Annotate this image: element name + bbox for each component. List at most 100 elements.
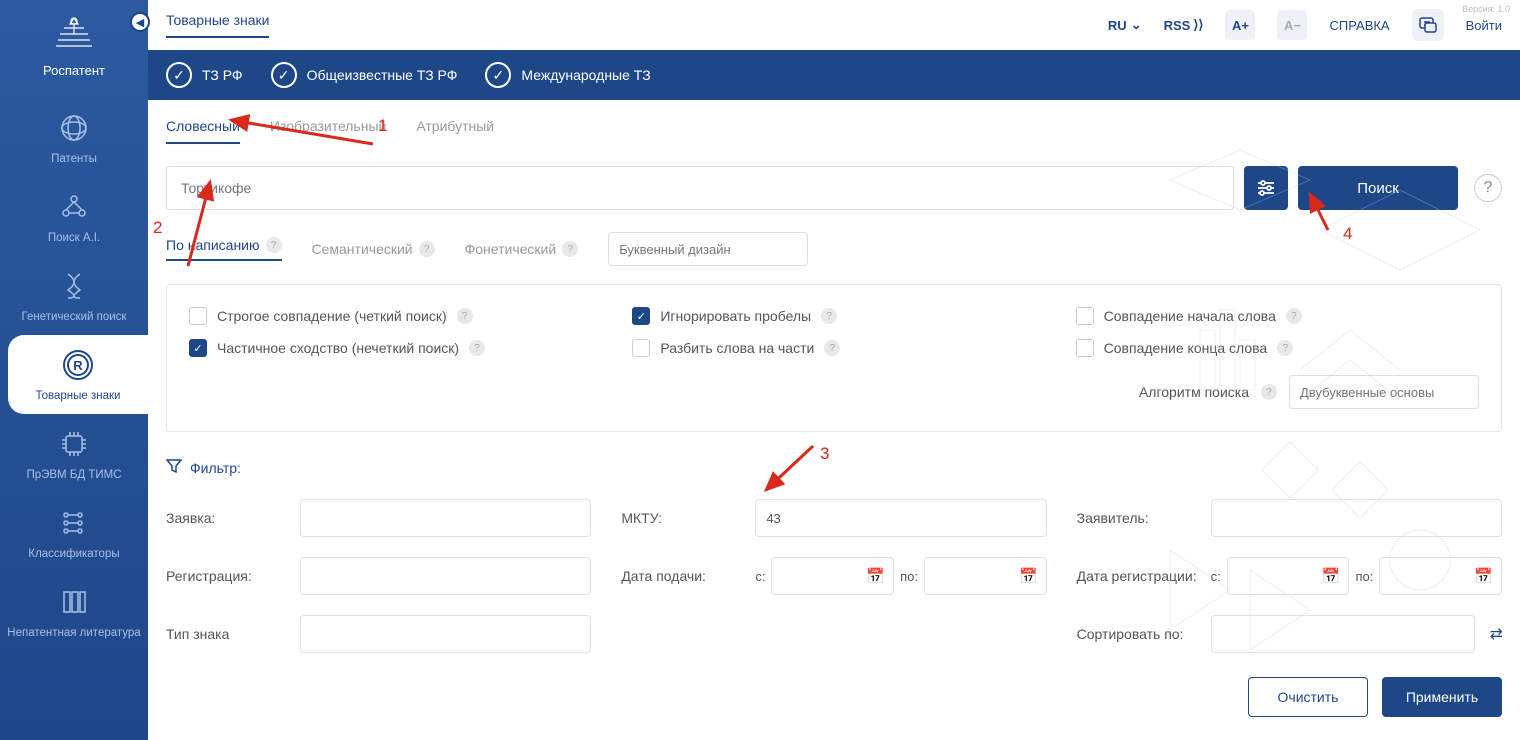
calendar-icon: 📅 xyxy=(1322,567,1341,585)
checkbox-icon xyxy=(1076,339,1094,357)
registration-input[interactable] xyxy=(300,557,591,595)
checkbox-checked-icon: ✓ xyxy=(189,339,207,357)
tree-icon xyxy=(55,505,93,540)
registered-icon: R xyxy=(59,347,97,382)
clear-button[interactable]: Очистить xyxy=(1248,677,1368,717)
filter-grid: Заявка: МКТУ: Заявитель: Регистрация: Да… xyxy=(166,499,1502,653)
main-content: Версия: 1.0 Товарные знаки RU⌄ RSS⟩⟩ A+ … xyxy=(148,0,1520,740)
label-filing-date: Дата подачи: xyxy=(621,568,741,584)
nav-classifiers[interactable]: Классификаторы xyxy=(0,493,148,572)
subtab-semantic[interactable]: Семантический? xyxy=(312,241,435,257)
check-icon: ✓ xyxy=(166,62,192,88)
top-tools: RU⌄ RSS⟩⟩ A+ A− СПРАВКА Войти xyxy=(1108,9,1502,41)
content-area: Словесный Изобразительный Атрибутный Пои… xyxy=(148,100,1520,740)
label-type: Тип знака xyxy=(166,626,286,642)
help-link[interactable]: СПРАВКА xyxy=(1329,18,1389,33)
help-icon: ? xyxy=(821,308,837,324)
option-start-match[interactable]: Совпадение начала слова? xyxy=(1076,307,1479,325)
reg-date-from-input[interactable]: 📅 xyxy=(1227,557,1350,595)
category-tz-rf[interactable]: ✓ТЗ РФ xyxy=(166,62,243,88)
globe-icon xyxy=(55,110,93,145)
category-bar: ✓ТЗ РФ ✓Общеизвестные ТЗ РФ ✓Международн… xyxy=(148,50,1520,100)
version-label: Версия: 1.0 xyxy=(1462,4,1510,14)
rss-icon: ⟩⟩ xyxy=(1193,17,1203,33)
option-strict[interactable]: Строгое совпадение (четкий поиск)? xyxy=(189,307,592,325)
help-icon: ? xyxy=(266,237,282,253)
zoom-in-button[interactable]: A+ xyxy=(1225,10,1255,40)
help-icon: ? xyxy=(419,241,435,257)
nav-trademarks[interactable]: R Товарные знаки xyxy=(8,335,148,414)
checkbox-icon xyxy=(632,339,650,357)
filter-buttons: Очистить Применить xyxy=(166,677,1502,717)
tab-attribute[interactable]: Атрибутный xyxy=(416,118,494,144)
nav-ai-search[interactable]: Поиск A.I. xyxy=(0,177,148,256)
help-icon: ? xyxy=(457,308,473,324)
dna-icon xyxy=(55,268,93,303)
label-mktu: МКТУ: xyxy=(621,510,741,526)
letter-design-input[interactable] xyxy=(608,232,808,266)
check-icon: ✓ xyxy=(485,62,511,88)
help-icon[interactable]: ? xyxy=(1474,174,1502,202)
topbar: Товарные знаки RU⌄ RSS⟩⟩ A+ A− СПРАВКА В… xyxy=(148,0,1520,50)
type-input[interactable] xyxy=(300,615,591,653)
category-international[interactable]: ✓Международные ТЗ xyxy=(485,62,650,88)
nav-genetic[interactable]: Генетический поиск xyxy=(0,256,148,335)
filter-heading: Фильтр: xyxy=(166,458,1502,477)
filing-date-from-input[interactable]: 📅 xyxy=(771,557,894,595)
checkbox-icon xyxy=(189,307,207,325)
application-input[interactable] xyxy=(300,499,591,537)
label-reg-date: Дата регистрации: xyxy=(1077,568,1197,584)
help-icon: ? xyxy=(1261,384,1277,400)
option-partial[interactable]: ✓Частичное сходство (нечеткий поиск)? xyxy=(189,339,592,357)
check-icon: ✓ xyxy=(271,62,297,88)
option-split[interactable]: Разбить слова на части? xyxy=(632,339,1035,357)
rospatent-logo-icon xyxy=(49,15,99,55)
sort-icon[interactable]: ⇅ xyxy=(1485,627,1505,640)
help-icon: ? xyxy=(824,340,840,356)
help-icon: ? xyxy=(1286,308,1302,324)
apply-button[interactable]: Применить xyxy=(1382,677,1502,717)
network-icon xyxy=(55,189,93,224)
label-applicant: Заявитель: xyxy=(1077,510,1197,526)
nav-patents[interactable]: Патенты xyxy=(0,98,148,177)
logo: Роспатент xyxy=(43,15,105,78)
chip-icon xyxy=(55,426,93,461)
svg-text:R: R xyxy=(73,358,83,373)
annotation-4: 4 xyxy=(1343,224,1352,244)
reg-date-to-input[interactable]: 📅 xyxy=(1379,557,1502,595)
language-selector[interactable]: RU⌄ xyxy=(1108,17,1142,33)
option-end-match[interactable]: Совпадение конца слова? xyxy=(1076,339,1479,357)
label-sort: Сортировать по: xyxy=(1077,626,1197,642)
calendar-icon: 📅 xyxy=(866,567,885,585)
chevron-down-icon: ⌄ xyxy=(1131,17,1142,33)
calendar-icon: 📅 xyxy=(1474,567,1493,585)
help-icon: ? xyxy=(1277,340,1293,356)
arrow-2-icon xyxy=(168,176,228,276)
sort-input[interactable] xyxy=(1211,615,1475,653)
collapse-sidebar-button[interactable]: ◀ xyxy=(130,12,150,32)
applicant-input[interactable] xyxy=(1211,499,1502,537)
zoom-out-button[interactable]: A− xyxy=(1277,10,1307,40)
category-well-known[interactable]: ✓Общеизвестные ТЗ РФ xyxy=(271,62,458,88)
arrow-1-icon xyxy=(223,114,383,152)
calendar-icon: 📅 xyxy=(1019,567,1038,585)
search-input[interactable] xyxy=(166,166,1234,210)
option-ignore-spaces[interactable]: ✓Игнорировать пробелы? xyxy=(632,307,1035,325)
rss-link[interactable]: RSS⟩⟩ xyxy=(1164,17,1204,33)
books-icon xyxy=(55,584,93,619)
nav-prevm[interactable]: ПрЭВМ БД ТИМС xyxy=(0,414,148,493)
login-link[interactable]: Войти xyxy=(1466,18,1502,33)
chat-icon[interactable] xyxy=(1412,9,1444,41)
arrow-3-icon xyxy=(758,440,828,500)
help-icon: ? xyxy=(469,340,485,356)
algorithm-input[interactable] xyxy=(1289,375,1479,409)
label-application: Заявка: xyxy=(166,510,286,526)
page-title: Товарные знаки xyxy=(166,12,269,38)
nav-nonpatent[interactable]: Непатентная литература xyxy=(0,572,148,651)
filing-date-to-input[interactable]: 📅 xyxy=(924,557,1047,595)
checkbox-icon xyxy=(1076,307,1094,325)
sidebar: Роспатент Патенты Поиск A.I. Генетически… xyxy=(0,0,148,740)
label-registration: Регистрация: xyxy=(166,568,286,584)
mktu-input[interactable] xyxy=(755,499,1046,537)
subtab-phonetic[interactable]: Фонетический? xyxy=(465,241,579,257)
